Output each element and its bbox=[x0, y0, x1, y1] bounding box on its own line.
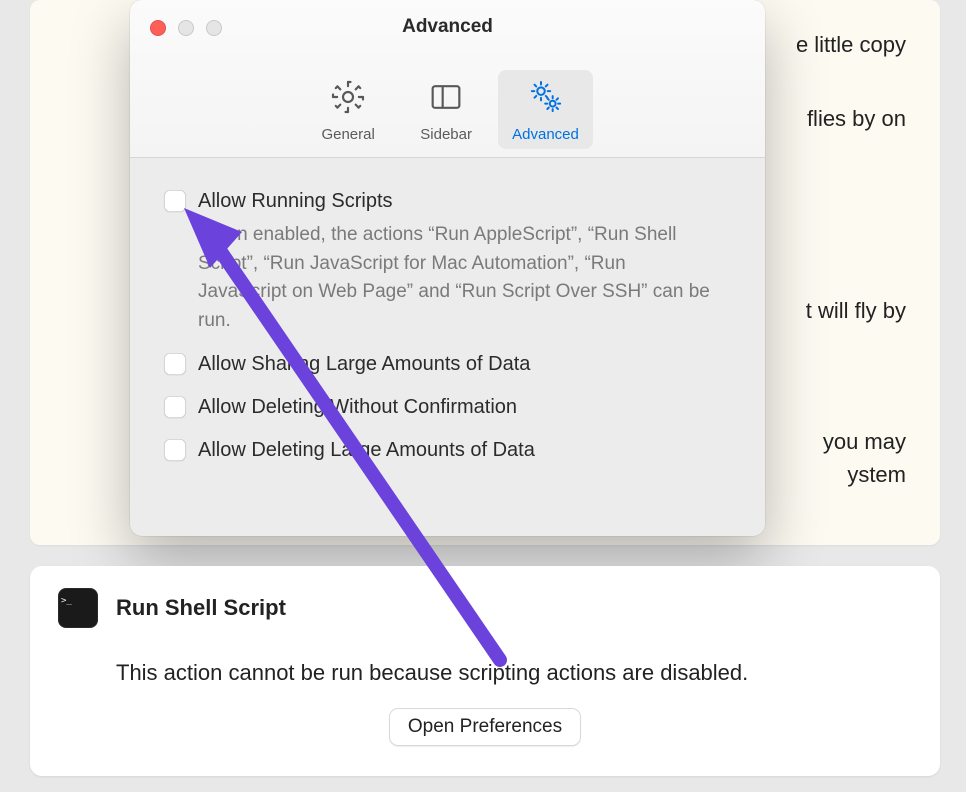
checkbox-allow-sharing-large[interactable] bbox=[164, 353, 186, 375]
option-description: When enabled, the actions “Run AppleScri… bbox=[198, 221, 718, 335]
preferences-window: Advanced General bbox=[130, 0, 765, 536]
open-preferences-button[interactable]: Open Preferences bbox=[389, 708, 581, 746]
option-allow-running-scripts: Allow Running Scripts When enabled, the … bbox=[164, 188, 731, 335]
checkbox-allow-deleting-large[interactable] bbox=[164, 439, 186, 461]
error-header: >_ Run Shell Script bbox=[58, 588, 912, 628]
bg-text-fragment: you may bbox=[823, 425, 906, 459]
checkbox-allow-running-scripts[interactable] bbox=[164, 190, 186, 212]
checkbox-allow-deleting-without-confirmation[interactable] bbox=[164, 396, 186, 418]
option-title: Allow Sharing Large Amounts of Data bbox=[198, 351, 731, 378]
option-text: Allow Sharing Large Amounts of Data bbox=[198, 351, 731, 378]
option-allow-deleting-without-confirmation: Allow Deleting Without Confirmation bbox=[164, 394, 731, 421]
bg-text-fragment: t will fly by bbox=[806, 294, 906, 328]
tab-label: Sidebar bbox=[420, 126, 472, 143]
toolbar-tabs: General Sidebar bbox=[130, 70, 765, 149]
titlebar: Advanced General bbox=[130, 0, 765, 158]
option-title: Allow Running Scripts bbox=[198, 188, 731, 215]
preferences-content: Allow Running Scripts When enabled, the … bbox=[130, 158, 765, 504]
error-message: This action cannot be run because script… bbox=[116, 660, 912, 686]
option-allow-sharing-large: Allow Sharing Large Amounts of Data bbox=[164, 351, 731, 378]
tab-general[interactable]: General bbox=[302, 70, 394, 149]
bg-text-fragment: e little copy bbox=[796, 28, 906, 62]
option-text: Allow Running Scripts When enabled, the … bbox=[198, 188, 731, 335]
option-allow-deleting-large: Allow Deleting Large Amounts of Data bbox=[164, 437, 731, 464]
tab-label: General bbox=[321, 126, 374, 143]
tab-advanced[interactable]: Advanced bbox=[498, 70, 593, 149]
option-text: Allow Deleting Large Amounts of Data bbox=[198, 437, 731, 464]
terminal-icon: >_ bbox=[58, 588, 98, 628]
action-error-card: >_ Run Shell Script This action cannot b… bbox=[30, 566, 940, 776]
option-text: Allow Deleting Without Confirmation bbox=[198, 394, 731, 421]
gears-icon bbox=[526, 77, 566, 122]
bg-text-fragment: ystem bbox=[847, 458, 906, 492]
option-title: Allow Deleting Large Amounts of Data bbox=[198, 437, 731, 464]
sidebar-icon bbox=[426, 77, 466, 122]
action-title: Run Shell Script bbox=[116, 595, 286, 621]
gear-icon bbox=[328, 77, 368, 122]
tab-label: Advanced bbox=[512, 126, 579, 143]
tab-sidebar[interactable]: Sidebar bbox=[400, 70, 492, 149]
bg-text-fragment: flies by on bbox=[807, 102, 906, 136]
option-title: Allow Deleting Without Confirmation bbox=[198, 394, 731, 421]
window-title: Advanced bbox=[130, 16, 765, 38]
